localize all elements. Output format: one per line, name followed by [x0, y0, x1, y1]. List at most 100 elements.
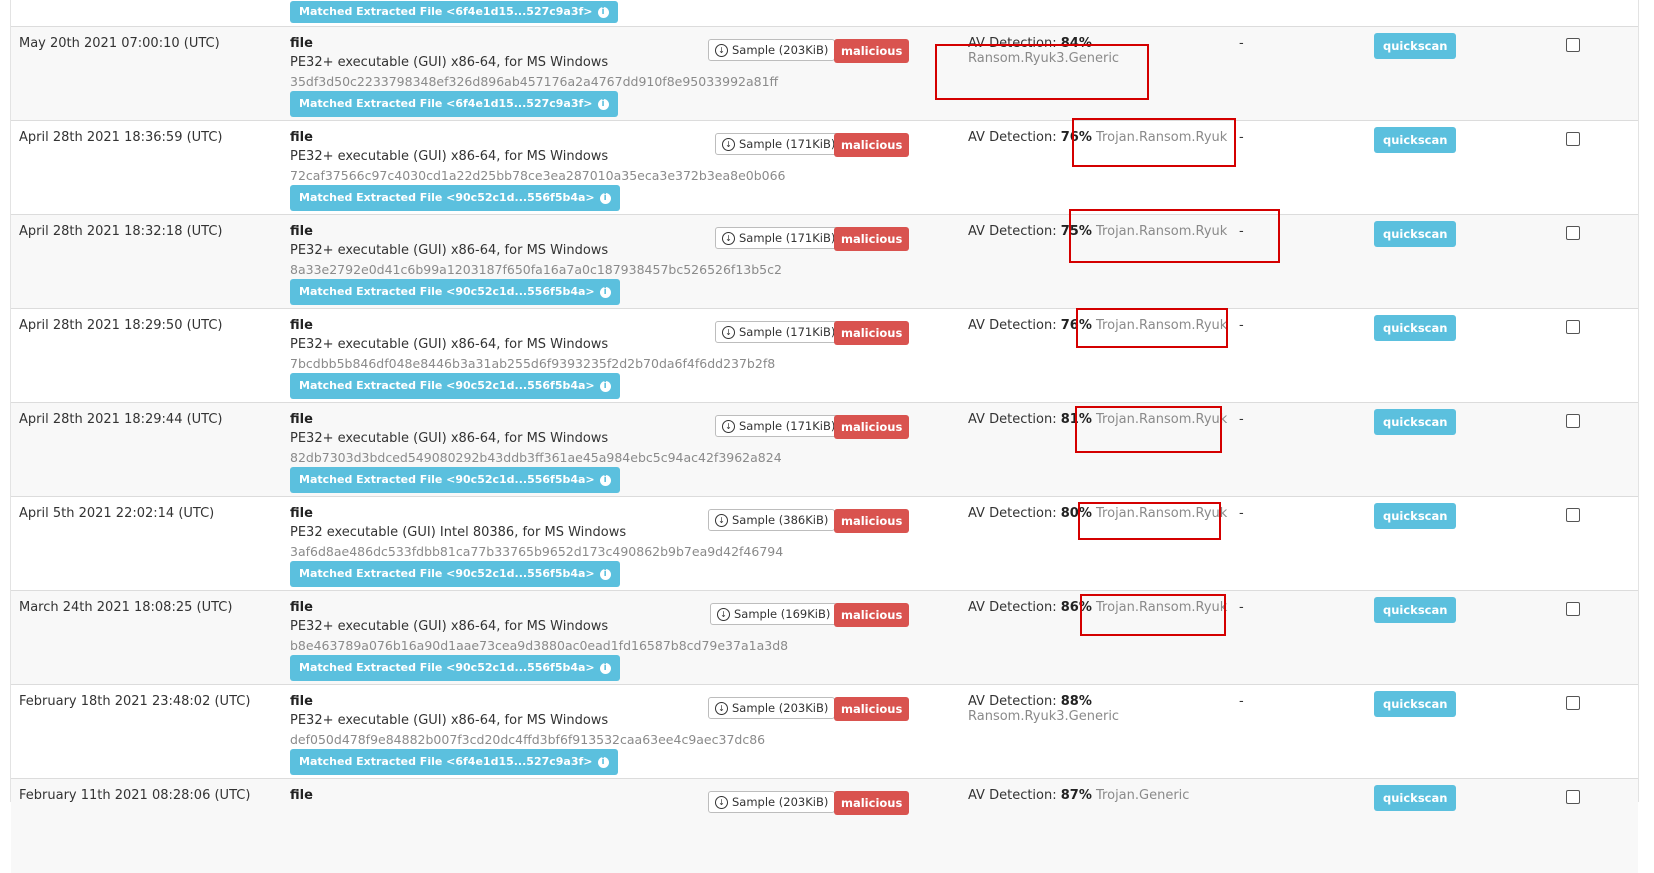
av-label: AV Detection:: [968, 318, 1057, 333]
quickscan-button[interactable]: quickscan: [1374, 597, 1457, 623]
table-row: May 20th 2021 07:00:10 (UTC) file PE32+ …: [11, 26, 1638, 121]
file-hash-link[interactable]: 7bcdbb5b846df048e8446b3a31ab255d6f939323…: [290, 356, 775, 371]
download-sample-button[interactable]: ↓ Sample (171KiB): [715, 321, 843, 343]
download-icon: ↓: [722, 232, 735, 245]
info-icon: i: [599, 192, 611, 204]
table-row: April 28th 2021 18:32:18 (UTC) file PE32…: [11, 214, 1638, 309]
av-label: AV Detection:: [968, 130, 1057, 145]
av-label: AV Detection:: [968, 600, 1057, 615]
download-sample-button[interactable]: ↓ Sample (171KiB): [715, 227, 843, 249]
download-sample-button[interactable]: ↓ Sample (203KiB): [708, 791, 836, 813]
info-icon: i: [597, 6, 609, 18]
sample-label: Sample (171KiB): [739, 419, 836, 433]
table-row-partial-bottom: February 11th 2021 08:28:06 (UTC) file ↓…: [11, 778, 1638, 873]
analysis-date: April 28th 2021 18:36:59 (UTC): [19, 130, 223, 145]
verdict-badge: malicious: [834, 39, 910, 63]
av-family-name: Ransom.Ryuk3.Generic: [968, 709, 1120, 724]
highlight-box: [1078, 502, 1221, 540]
analysis-date: February 18th 2021 23:48:02 (UTC): [19, 694, 251, 709]
quickscan-button[interactable]: quickscan: [1374, 503, 1457, 529]
empty-value: -: [1239, 600, 1244, 615]
info-icon: i: [599, 568, 611, 580]
matched-extracted-file-button[interactable]: Matched Extracted File <6f4e1d15...527c9…: [290, 1, 618, 23]
av-label: AV Detection:: [968, 412, 1057, 427]
empty-value: -: [1239, 36, 1244, 51]
av-label: AV Detection:: [968, 224, 1057, 239]
row-checkbox[interactable]: [1566, 414, 1580, 428]
row-checkbox[interactable]: [1566, 320, 1580, 334]
quickscan-button[interactable]: quickscan: [1374, 785, 1457, 811]
download-icon: ↓: [715, 702, 728, 715]
file-description: PE32+ executable (GUI) x86-64, for MS Wi…: [290, 337, 609, 352]
download-icon: ↓: [715, 796, 728, 809]
analysis-date: April 28th 2021 18:32:18 (UTC): [19, 224, 223, 239]
sample-label: Sample (169KiB): [734, 607, 831, 621]
download-sample-button[interactable]: ↓ Sample (171KiB): [715, 415, 843, 437]
sample-label: Sample (203KiB): [732, 795, 829, 809]
highlight-box: [1075, 406, 1222, 453]
info-icon: i: [597, 98, 609, 110]
matched-extracted-file-button[interactable]: Matched Extracted File <90c52c1d...556f5…: [290, 373, 620, 399]
download-sample-button[interactable]: ↓ Sample (203KiB): [708, 697, 836, 719]
verdict-badge: malicious: [834, 791, 910, 815]
file-hash-link[interactable]: b8e463789a076b16a90d1aae73cea9d3880ac0ea…: [290, 638, 788, 653]
file-description: PE32+ executable (GUI) x86-64, for MS Wi…: [290, 619, 609, 634]
quickscan-button[interactable]: quickscan: [1374, 691, 1457, 717]
file-type: file: [290, 130, 313, 145]
av-detection: AV Detection: 88% Ransom.Ryuk3.Generic: [968, 694, 1119, 724]
file-description: PE32+ executable (GUI) x86-64, for MS Wi…: [290, 243, 609, 258]
quickscan-button[interactable]: quickscan: [1374, 409, 1457, 435]
download-sample-button[interactable]: ↓ Sample (171KiB): [715, 133, 843, 155]
file-hash-link[interactable]: def050d478f9e84882b007f3cd20dc4ffd3bf6f9…: [290, 732, 765, 747]
matched-extracted-file-button[interactable]: Matched Extracted File <90c52c1d...556f5…: [290, 467, 620, 493]
quickscan-button[interactable]: quickscan: [1374, 127, 1457, 153]
row-checkbox[interactable]: [1566, 696, 1580, 710]
sample-label: Sample (171KiB): [739, 231, 836, 245]
matched-extracted-file-button[interactable]: Matched Extracted File <6f4e1d15...527c9…: [290, 749, 618, 775]
row-checkbox[interactable]: [1566, 602, 1580, 616]
info-icon: i: [599, 286, 611, 298]
file-hash-link[interactable]: 82db7303d3bdced549080292b43ddb3ff361ae45…: [290, 450, 782, 465]
file-type: file: [290, 412, 313, 427]
match-label: Matched Extracted File <6f4e1d15...527c9…: [299, 5, 593, 18]
matched-extracted-file-button[interactable]: Matched Extracted File <90c52c1d...556f5…: [290, 279, 620, 305]
av-detection: AV Detection: 87% Trojan.Generic: [968, 788, 1189, 803]
matched-extracted-file-button[interactable]: Matched Extracted File <90c52c1d...556f5…: [290, 561, 620, 587]
quickscan-button[interactable]: quickscan: [1374, 221, 1457, 247]
row-checkbox[interactable]: [1566, 226, 1580, 240]
matched-extracted-file-button[interactable]: Matched Extracted File <90c52c1d...556f5…: [290, 655, 620, 681]
sample-label: Sample (203KiB): [732, 701, 829, 715]
quickscan-button[interactable]: quickscan: [1374, 33, 1457, 59]
verdict-badge: malicious: [834, 133, 910, 157]
file-hash-link[interactable]: 3af6d8ae486dc533fdbb81ca77b33765b9652d17…: [290, 544, 783, 559]
sample-label: Sample (203KiB): [732, 43, 829, 57]
row-checkbox[interactable]: [1566, 132, 1580, 146]
row-checkbox[interactable]: [1566, 38, 1580, 52]
info-icon: i: [597, 756, 609, 768]
download-icon: ↓: [722, 326, 735, 339]
file-type: file: [290, 788, 313, 803]
file-type: file: [290, 224, 313, 239]
row-checkbox[interactable]: [1566, 508, 1580, 522]
av-label: AV Detection:: [968, 788, 1057, 803]
empty-value: -: [1239, 694, 1244, 709]
file-hash-link[interactable]: 72caf37566c97c4030cd1a22d25bb78ce3ea2870…: [290, 168, 786, 183]
download-icon: ↓: [717, 608, 730, 621]
match-label: Matched Extracted File <90c52c1d...556f5…: [299, 661, 595, 674]
matched-extracted-file-button[interactable]: Matched Extracted File <6f4e1d15...527c9…: [290, 91, 618, 117]
analysis-date: March 24th 2021 18:08:25 (UTC): [19, 600, 233, 615]
match-label: Matched Extracted File <6f4e1d15...527c9…: [299, 755, 593, 768]
av-family-name: Trojan.Generic: [1096, 788, 1190, 803]
file-hash-link[interactable]: 8a33e2792e0d41c6b99a1203187f650fa16a7a0c…: [290, 262, 782, 277]
match-label: Matched Extracted File <90c52c1d...556f5…: [299, 473, 595, 486]
match-label: Matched Extracted File <90c52c1d...556f5…: [299, 567, 595, 580]
av-label: AV Detection:: [968, 694, 1057, 709]
file-hash-link[interactable]: 35df3d50c2233798348ef326d896ab457176a2a4…: [290, 74, 778, 89]
table-row: February 18th 2021 23:48:02 (UTC) file P…: [11, 684, 1638, 779]
download-sample-button[interactable]: ↓ Sample (169KiB): [710, 603, 838, 625]
download-sample-button[interactable]: ↓ Sample (203KiB): [708, 39, 836, 61]
download-sample-button[interactable]: ↓ Sample (386KiB): [708, 509, 836, 531]
quickscan-button[interactable]: quickscan: [1374, 315, 1457, 341]
info-icon: i: [599, 662, 611, 674]
matched-extracted-file-button[interactable]: Matched Extracted File <90c52c1d...556f5…: [290, 185, 620, 211]
